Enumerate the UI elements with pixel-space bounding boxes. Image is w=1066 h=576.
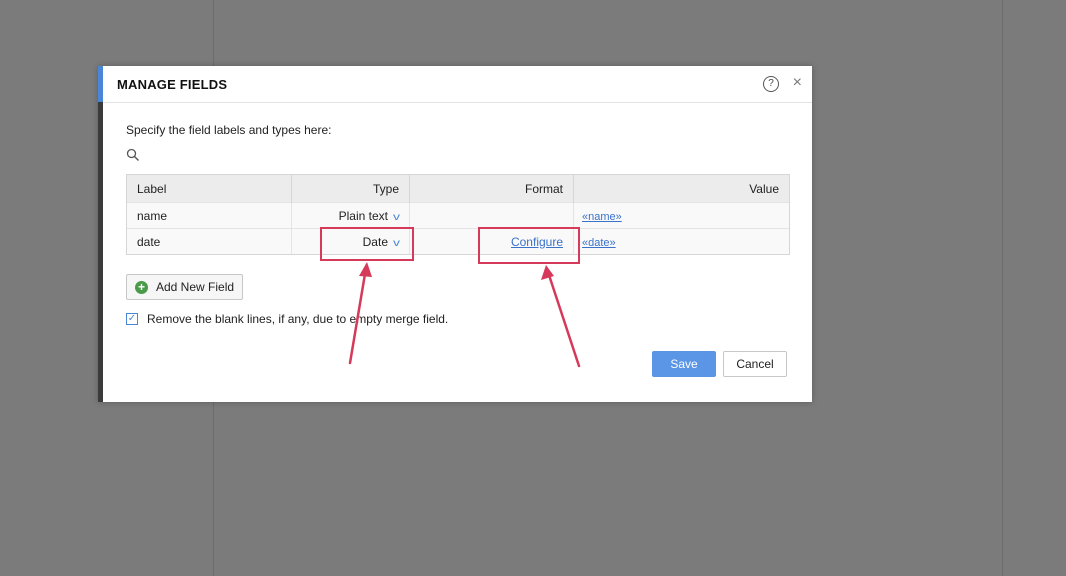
arrowhead-configure bbox=[541, 265, 554, 280]
arrow-to-type bbox=[348, 266, 368, 365]
arrowhead-type bbox=[359, 262, 372, 277]
arrow-to-configure bbox=[546, 270, 581, 368]
annotation-arrows bbox=[348, 262, 581, 368]
